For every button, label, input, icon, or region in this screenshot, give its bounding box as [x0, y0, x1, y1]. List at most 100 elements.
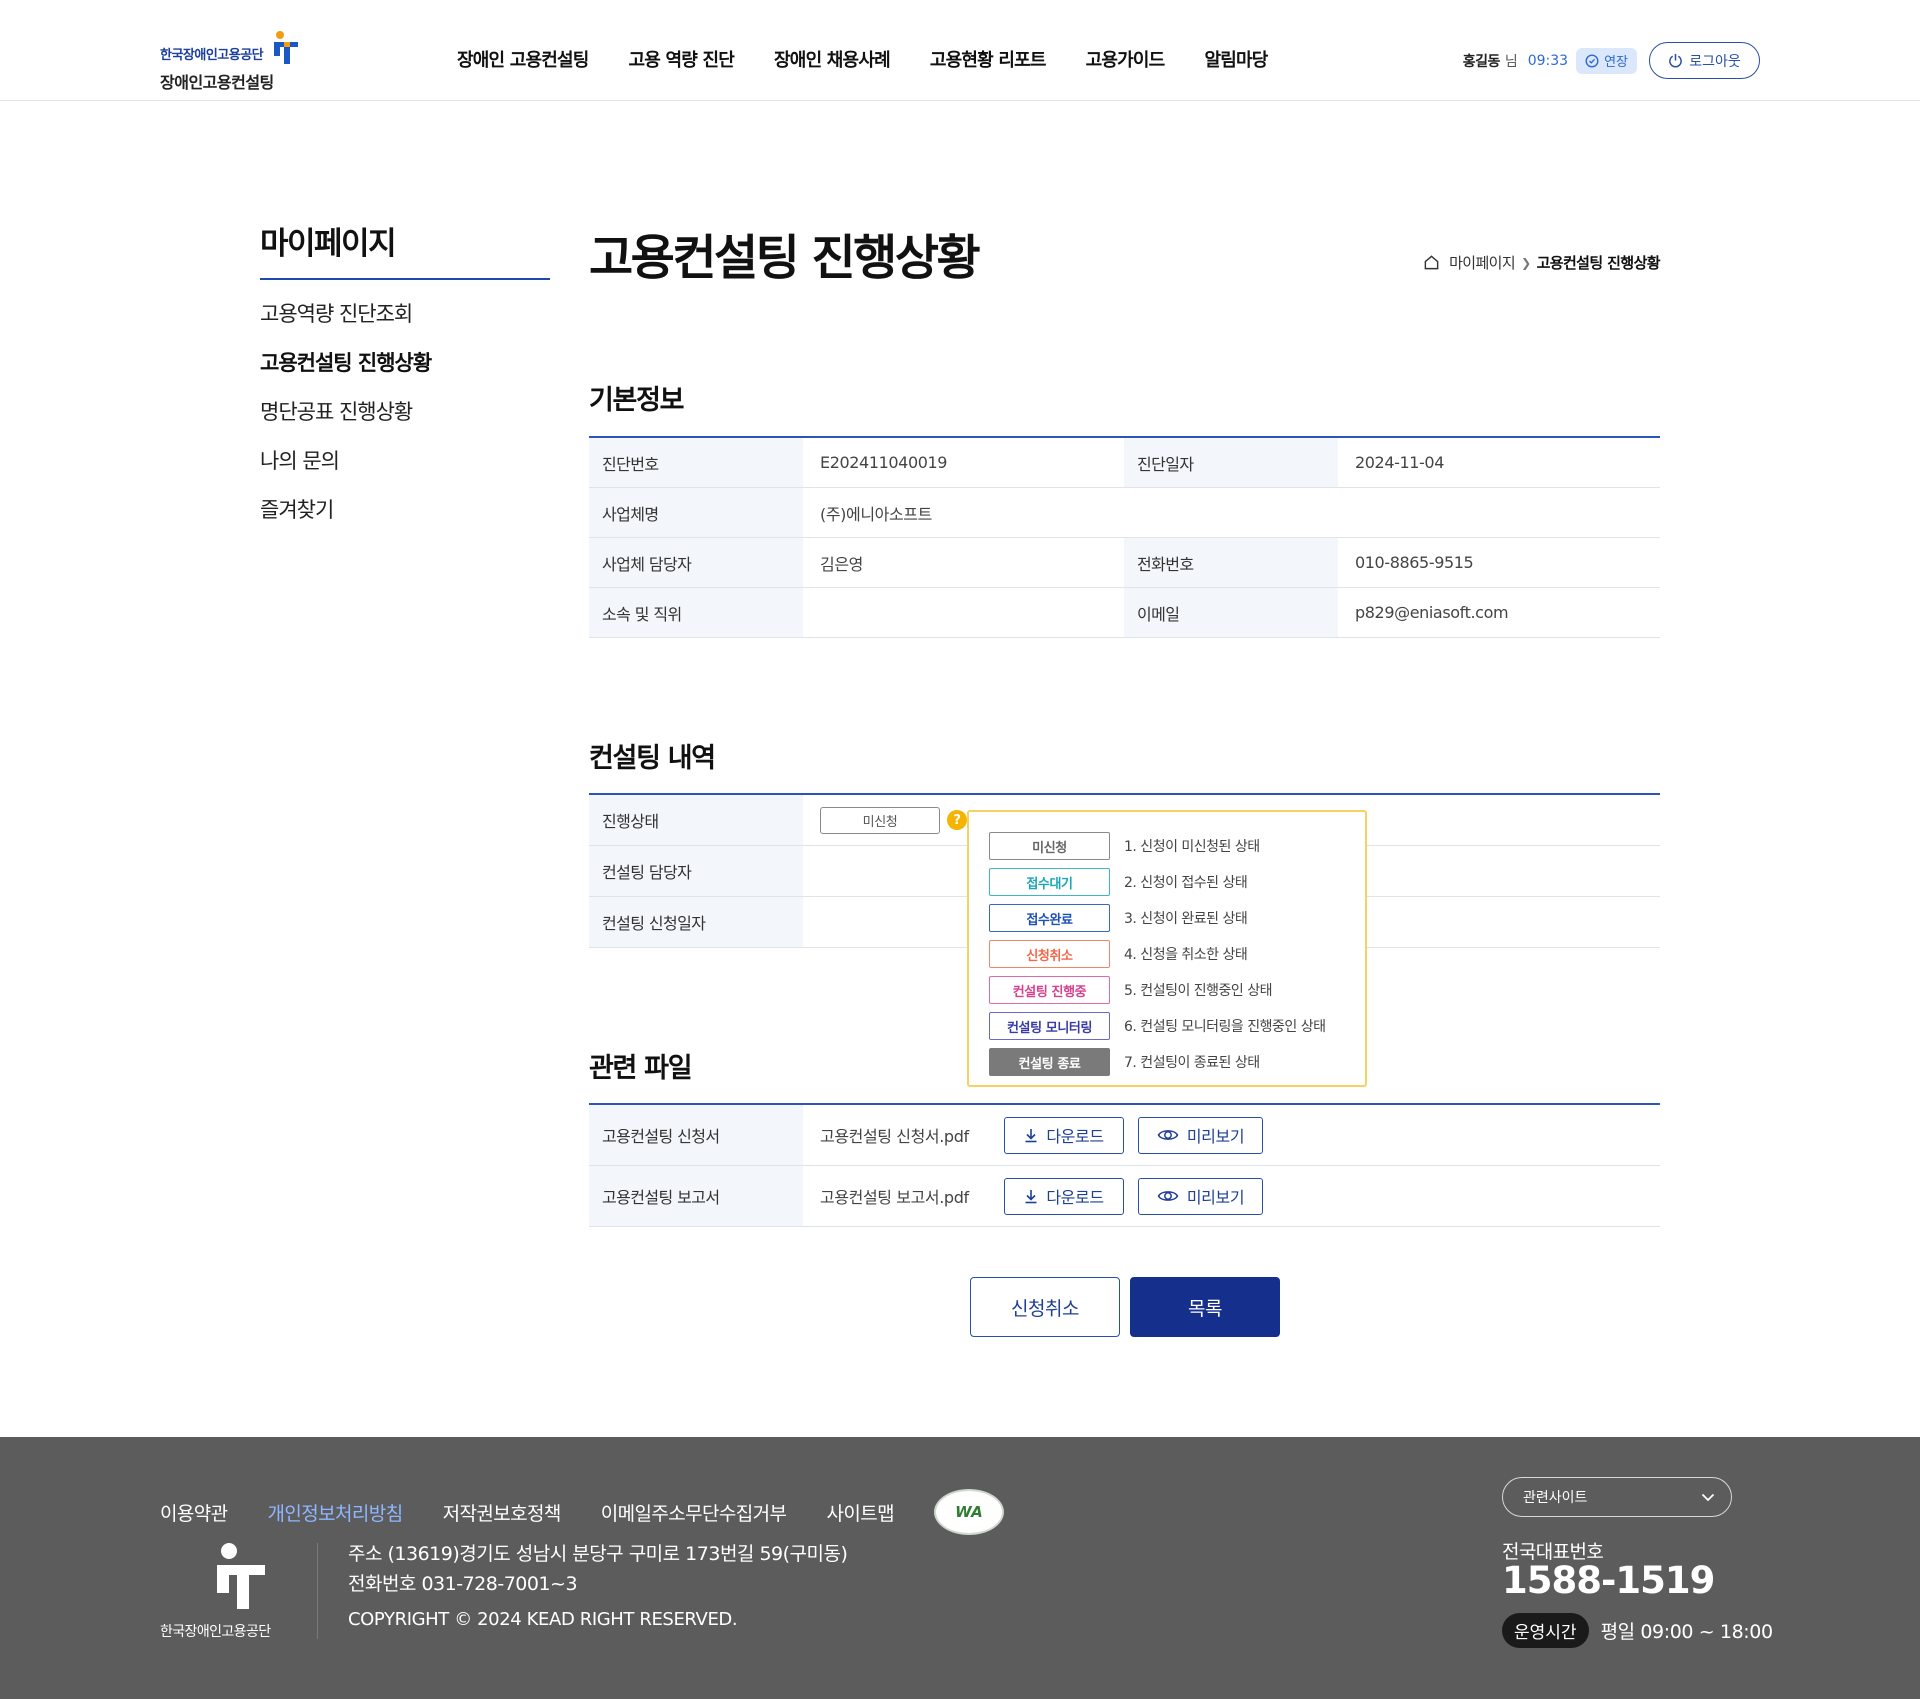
- diag-date-label: 진단일자: [1124, 438, 1338, 487]
- tel-number: 1588-1519: [1502, 1559, 1715, 1602]
- preview-button[interactable]: 미리보기: [1138, 1116, 1263, 1154]
- table-row: 고용컨설팅 보고서 고용컨설팅 보고서.pdf 다운로드 미리보기: [589, 1166, 1660, 1227]
- help-icon[interactable]: ?: [947, 810, 967, 830]
- file-cell: 고용컨설팅 신청서.pdf 다운로드 미리보기: [803, 1105, 1660, 1165]
- email-label: 이메일: [1124, 588, 1338, 637]
- company-value: (주)에니아소프트: [820, 504, 932, 524]
- power-icon: [1669, 53, 1683, 68]
- basic-info-title: 기본정보: [589, 385, 684, 416]
- manager-value: 김은영: [820, 554, 863, 574]
- legend-badge: 미신청: [989, 832, 1110, 860]
- sidebar-menu: 고용역량 진단조회 고용컨설팅 진행상황 명단공표 진행상황 나의 문의 즐겨찾…: [260, 298, 432, 543]
- legend-desc: 7. 컨설팅이 종료된 상태: [1124, 1055, 1260, 1071]
- eye-icon: [1157, 1191, 1179, 1201]
- site-header: 한국장애인고용공단 장애인고용컨설팅 장애인 고용컨설팅 고용 역량 진단 장애…: [0, 0, 1920, 101]
- sidebar-divider: [260, 278, 550, 280]
- dept-value: [803, 588, 1124, 637]
- clock-check-icon: [1585, 53, 1599, 68]
- consultant-label: 컨설팅 담당자: [589, 846, 803, 896]
- logo-org-name: 한국장애인고용공단: [160, 48, 264, 63]
- legend-badge: 접수대기: [989, 868, 1110, 896]
- sidebar-item-diagnosis[interactable]: 고용역량 진단조회: [260, 298, 431, 347]
- list-button[interactable]: 목록: [1130, 1277, 1280, 1337]
- sidebar-item-inquiry[interactable]: 나의 문의: [260, 445, 431, 494]
- file-row-label: 고용컨설팅 보고서: [589, 1166, 803, 1226]
- breadcrumb-item-current: 고용컨설팅 진행상황: [1536, 254, 1661, 272]
- footer-copyright: COPYRIGHT © 2024 KEAD RIGHT RESERVED.: [348, 1609, 738, 1630]
- web-accessibility-mark-icon: WA: [933, 1489, 1004, 1535]
- phone-label: 전화번호: [1124, 538, 1338, 587]
- sidebar-item-disclosure-status[interactable]: 명단공표 진행상황: [260, 396, 431, 445]
- footer-phone: 전화번호 031-728-7001~3: [348, 1573, 578, 1595]
- home-icon[interactable]: [1423, 254, 1440, 271]
- footer-link-privacy[interactable]: 개인정보처리방침: [268, 1499, 404, 1526]
- cancel-application-button[interactable]: 신청취소: [970, 1277, 1120, 1337]
- file-row-label: 고용컨설팅 신청서: [589, 1105, 803, 1165]
- related-sites-select[interactable]: 관련사이트: [1502, 1477, 1732, 1517]
- legend-row: 컨설팅 종료 7. 컨설팅이 종료된 상태: [989, 1044, 1365, 1080]
- table-row: 사업체명 (주)에니아소프트: [589, 488, 1660, 538]
- footer-link-terms[interactable]: 이용약관: [160, 1499, 228, 1526]
- main-nav: 장애인 고용컨설팅 고용 역량 진단 장애인 채용사례 고용현황 리포트 고용가…: [457, 46, 1268, 72]
- legend-row: 접수대기 2. 신청이 접수된 상태: [989, 864, 1365, 900]
- preview-label: 미리보기: [1186, 1188, 1245, 1207]
- status-legend-tooltip: 미신청 1. 신청이 미신청된 상태 접수대기 2. 신청이 접수된 상태 접수완료…: [967, 810, 1367, 1087]
- session-timer: 09:33: [1527, 52, 1569, 69]
- file-name: 고용컨설팅 보고서.pdf: [820, 1188, 969, 1207]
- extend-session-button[interactable]: 연장: [1576, 47, 1637, 74]
- kead-logo-icon: [217, 1543, 265, 1609]
- footer-org-name: 한국장애인고용공단: [160, 1624, 271, 1640]
- nav-item-guide[interactable]: 고용가이드: [1086, 46, 1166, 72]
- footer-info: 주소 (13619)경기도 성남시 분당구 구미로 173번길 59(구미동) …: [348, 1539, 848, 1599]
- legend-desc: 2. 신청이 접수된 상태: [1124, 875, 1248, 891]
- legend-desc: 4. 신청을 취소한 상태: [1124, 947, 1248, 963]
- footer-link-sitemap[interactable]: 사이트맵: [826, 1499, 894, 1526]
- legend-row: 컨설팅 모니터링 6. 컨설팅 모니터링을 진행중인 상태: [989, 1008, 1365, 1044]
- basic-info-table: 진단번호 E202411040019 진단일자 2024-11-04 사업체명 …: [589, 436, 1660, 638]
- sidebar-item-consulting-status[interactable]: 고용컨설팅 진행상황: [260, 347, 432, 396]
- nav-item-notice[interactable]: 알림마당: [1204, 46, 1268, 72]
- user-suffix: 님: [1504, 53, 1518, 70]
- nav-item-consulting[interactable]: 장애인 고용컨설팅: [457, 46, 589, 72]
- table-row: 고용컨설팅 신청서 고용컨설팅 신청서.pdf 다운로드 미리보기: [589, 1105, 1660, 1166]
- status-label: 진행상태: [589, 795, 803, 845]
- files-title: 관련 파일: [589, 1053, 693, 1084]
- chevron-right-icon: ❯: [1521, 255, 1531, 270]
- footer-divider: [317, 1543, 318, 1639]
- footer-logo: 한국장애인고용공단: [160, 1541, 290, 1641]
- legend-badge: 신청취소: [989, 940, 1110, 968]
- download-button[interactable]: 다운로드: [1004, 1177, 1124, 1215]
- preview-button[interactable]: 미리보기: [1138, 1177, 1263, 1215]
- apply-date-label: 컨설팅 신청일자: [589, 897, 803, 947]
- download-icon: [1025, 1189, 1037, 1203]
- legend-badge: 컨설팅 모니터링: [989, 1012, 1110, 1040]
- legend-row: 미신청 1. 신청이 미신청된 상태: [989, 828, 1365, 864]
- diag-no-value: E202411040019: [820, 453, 948, 472]
- download-label: 다운로드: [1046, 1188, 1104, 1207]
- footer-link-copyright[interactable]: 저작권보호정책: [443, 1499, 562, 1526]
- footer-address: 주소 (13619)경기도 성남시 분당구 구미로 173번길 59(구미동): [348, 1543, 848, 1565]
- file-cell: 고용컨설팅 보고서.pdf 다운로드 미리보기: [803, 1166, 1660, 1226]
- nav-item-report[interactable]: 고용현황 리포트: [930, 46, 1047, 72]
- phone-value: 010-8865-9515: [1355, 553, 1474, 572]
- nav-item-diagnosis[interactable]: 고용 역량 진단: [629, 46, 735, 72]
- company-label: 사업체명: [589, 488, 803, 537]
- legend-desc: 1. 신청이 미신청된 상태: [1124, 839, 1260, 855]
- nav-item-cases[interactable]: 장애인 채용사례: [774, 46, 891, 72]
- logout-button[interactable]: 로그아웃: [1649, 42, 1760, 79]
- table-row: 진단번호 E202411040019 진단일자 2024-11-04: [589, 438, 1660, 488]
- sidebar-item-favorites[interactable]: 즐겨찾기: [260, 494, 431, 543]
- site-logo[interactable]: 한국장애인고용공단 장애인고용컨설팅: [160, 30, 310, 92]
- table-row: 사업체 담당자 김은영 전화번호 010-8865-9515: [589, 538, 1660, 588]
- download-label: 다운로드: [1046, 1127, 1104, 1146]
- download-button[interactable]: 다운로드: [1004, 1116, 1124, 1154]
- table-row: 소속 및 직위 이메일 p829@eniasoft.com: [589, 588, 1660, 638]
- legend-row: 접수완료 3. 신청이 완료된 상태: [989, 900, 1365, 936]
- files-table: 고용컨설팅 신청서 고용컨설팅 신청서.pdf 다운로드 미리보기 고용컨설팅 …: [589, 1103, 1660, 1227]
- footer-link-email-policy[interactable]: 이메일주소무단수집거부: [601, 1499, 787, 1526]
- legend-desc: 6. 컨설팅 모니터링을 진행중인 상태: [1124, 1019, 1326, 1035]
- sidebar-title: 마이페이지: [260, 226, 397, 262]
- breadcrumb-item-mypage[interactable]: 마이페이지: [1449, 252, 1516, 273]
- file-name: 고용컨설팅 신청서.pdf: [820, 1127, 969, 1146]
- legend-desc: 3. 신청이 완료된 상태: [1124, 911, 1248, 927]
